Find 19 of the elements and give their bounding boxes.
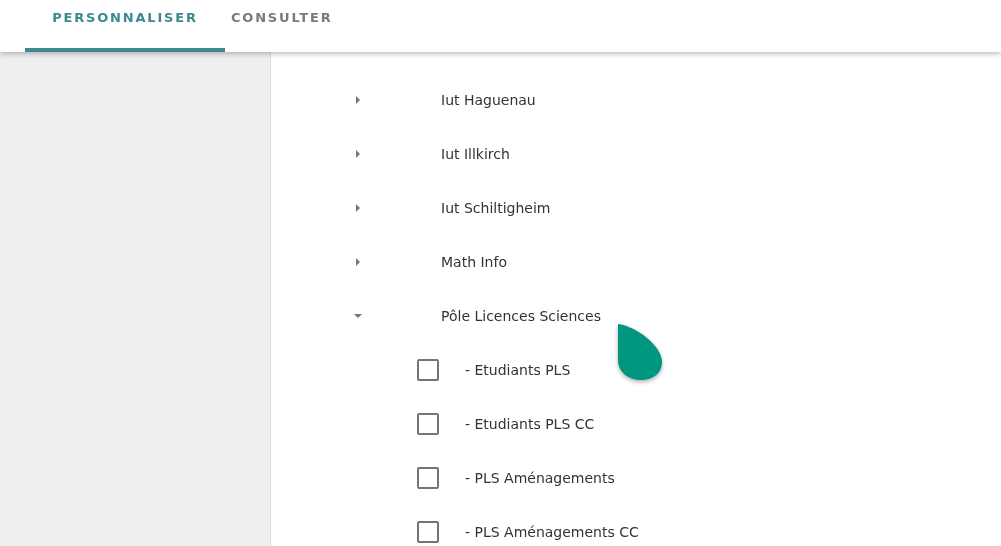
checkbox[interactable] xyxy=(417,359,439,381)
expand-arrow-icon[interactable] xyxy=(353,203,363,213)
tree-item-label[interactable]: Iut Haguenau xyxy=(441,92,536,108)
checkbox-label: - PLS Aménagements CC xyxy=(465,524,639,540)
expand-arrow-icon[interactable] xyxy=(353,149,363,159)
checkbox-label: - Etudiants PLS CC xyxy=(465,416,595,432)
checkbox-label: - Etudiants PLS xyxy=(465,362,571,378)
checkbox[interactable] xyxy=(417,467,439,489)
tree-item-label[interactable]: Iut Schiltigheim xyxy=(441,200,551,216)
tree-item-label[interactable]: Pôle Licences Sciences xyxy=(441,308,601,324)
tree-item-label[interactable]: Iut Illkirch xyxy=(441,146,510,162)
tree-item-label[interactable]: Math Info xyxy=(441,254,507,270)
checkbox[interactable] xyxy=(417,521,439,543)
expand-arrow-icon[interactable] xyxy=(353,257,363,267)
collapse-arrow-icon[interactable] xyxy=(353,311,363,321)
tab[interactable]: CONSULTER xyxy=(231,0,333,52)
checkbox-label: - PLS Aménagements xyxy=(465,470,615,486)
checkbox[interactable] xyxy=(417,413,439,435)
expand-arrow-icon[interactable] xyxy=(353,95,363,105)
